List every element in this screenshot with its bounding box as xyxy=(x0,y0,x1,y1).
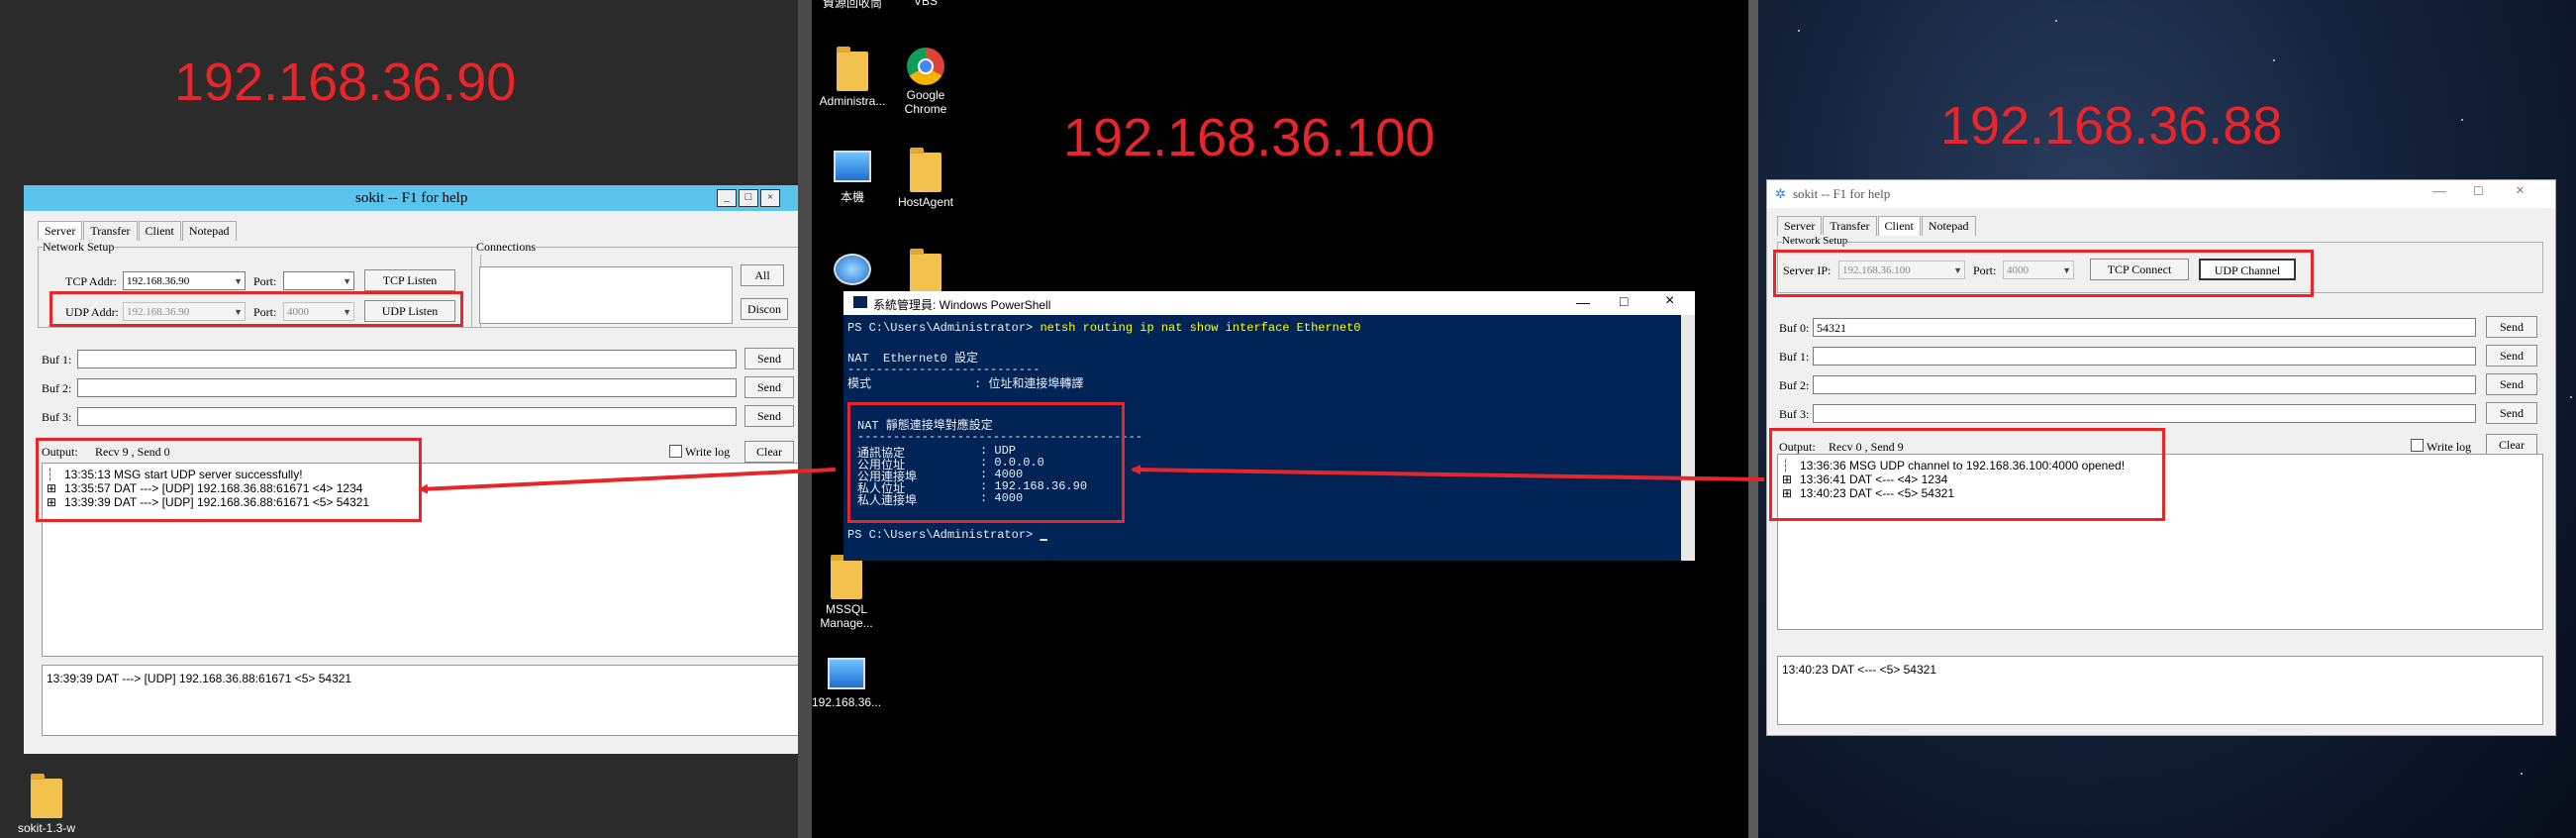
arrow-to-ps-mapping xyxy=(1131,465,1765,481)
annotation-arrows xyxy=(418,465,1765,494)
arrow-to-left-log xyxy=(418,468,837,494)
